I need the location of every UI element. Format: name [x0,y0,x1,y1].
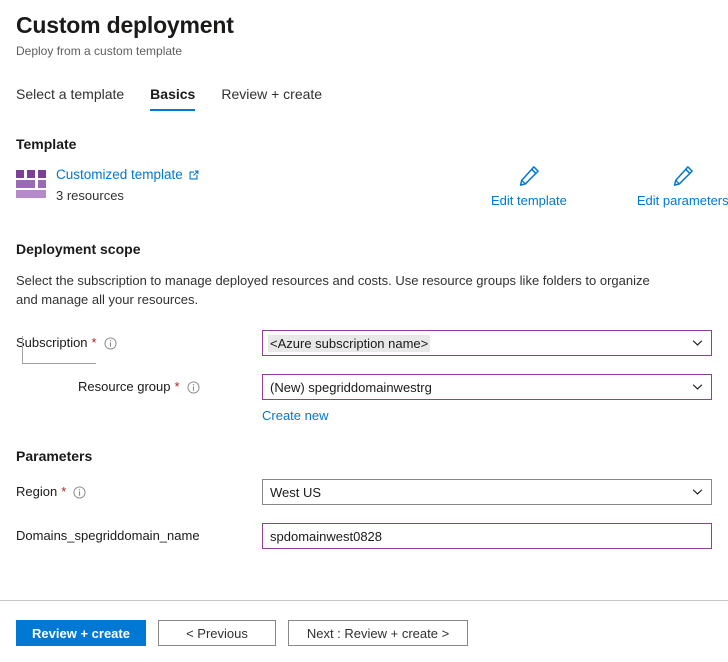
external-link-icon [188,169,200,181]
template-row: Customized template 3 resources Edit tem… [16,166,728,214]
page-header: Custom deployment Deploy from a custom t… [0,0,728,59]
domain-name-row: Domains_spegriddomain_name spdomainwest0… [16,520,728,552]
parameters-heading: Parameters [16,447,728,466]
template-resource-count: 3 resources [56,187,200,205]
info-icon[interactable] [187,381,200,394]
pencil-icon [516,163,542,189]
domain-name-input[interactable]: spdomainwest0828 [262,523,712,549]
chevron-down-icon [692,384,703,391]
tab-bar: Select a template Basics Review + create [16,83,728,111]
resource-group-dropdown[interactable]: (New) spegriddomainwestrg [262,374,712,400]
deployment-scope-heading: Deployment scope [16,240,728,259]
custom-deployment-page: Custom deployment Deploy from a custom t… [0,0,728,662]
page-subtitle: Deploy from a custom template [16,43,728,59]
resource-group-row: Resource group * (New) spegriddomainwest… [16,371,728,403]
edit-parameters-button[interactable]: Edit parameters [637,163,728,209]
chevron-down-icon [692,489,703,496]
footer-actions: Review + create < Previous Next : Review… [16,620,468,646]
required-asterisk: * [61,483,66,501]
resource-group-label-cell: Resource group * [16,378,262,396]
create-new-resource-group-link[interactable]: Create new [262,407,328,424]
subscription-dropdown[interactable]: <Azure subscription name> [262,330,712,356]
chevron-down-icon [692,340,703,347]
edit-template-button[interactable]: Edit template [491,163,567,209]
domain-name-label-cell: Domains_spegriddomain_name [16,527,262,545]
edit-parameters-label: Edit parameters [637,192,728,209]
tab-review-create[interactable]: Review + create [221,85,322,111]
deployment-scope-form: Subscription * <Azure subscription name> [0,327,728,425]
region-control-cell: West US [262,479,712,505]
template-edit-actions: Edit template Edit parameters [491,163,728,209]
subscription-control-cell: <Azure subscription name> [262,330,712,356]
customized-template-label: Customized template [56,166,183,184]
footer-separator [0,600,728,601]
customized-template-link[interactable]: Customized template [56,166,200,184]
edit-template-label: Edit template [491,192,567,209]
previous-button[interactable]: < Previous [158,620,276,646]
template-blocks-icon [16,170,46,198]
review-create-button[interactable]: Review + create [16,620,146,646]
region-value: West US [270,485,321,500]
resource-group-tree-connector [22,336,96,364]
resource-group-label: Resource group [78,378,171,396]
pencil-icon [670,163,696,189]
region-label: Region [16,483,57,501]
tab-basics[interactable]: Basics [150,85,195,111]
template-info: Customized template 3 resources [56,166,200,205]
resource-group-control-cell: (New) spegriddomainwestrg [262,374,712,400]
required-asterisk: * [175,378,180,396]
info-icon[interactable] [73,486,86,499]
region-dropdown[interactable]: West US [262,479,712,505]
info-icon[interactable] [104,337,117,350]
domain-name-label: Domains_spegriddomain_name [16,527,200,545]
subscription-row: Subscription * <Azure subscription name> [16,327,728,359]
region-row: Region * West US [16,476,728,508]
next-review-create-button[interactable]: Next : Review + create > [288,620,468,646]
tab-select-a-template[interactable]: Select a template [16,85,124,111]
deployment-scope-description: Select the subscription to manage deploy… [16,271,672,309]
template-section-heading: Template [16,135,728,154]
domain-name-control-cell: spdomainwest0828 [262,523,712,549]
subscription-value: <Azure subscription name> [268,335,430,352]
resource-group-value: (New) spegriddomainwestrg [270,380,432,395]
page-title: Custom deployment [16,10,728,40]
domain-name-value: spdomainwest0828 [270,529,382,544]
parameters-form: Region * West US Domains_s [0,476,728,552]
region-label-cell: Region * [16,483,262,501]
